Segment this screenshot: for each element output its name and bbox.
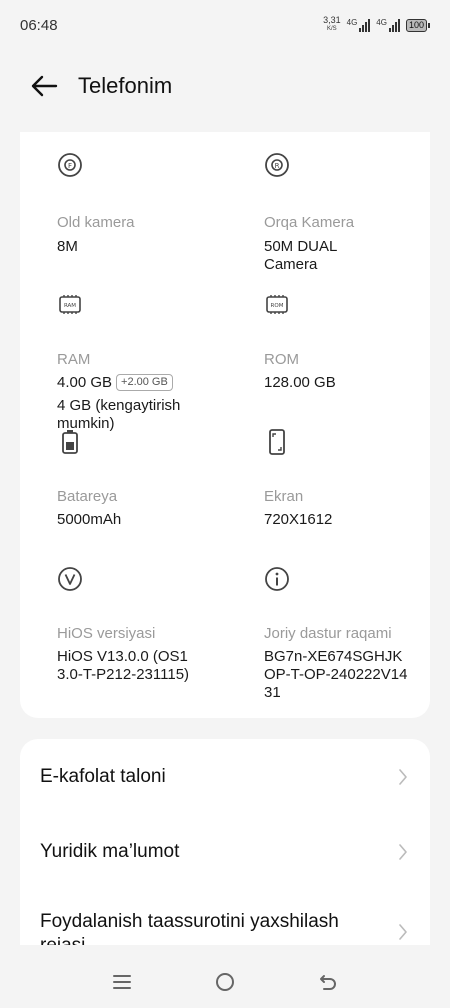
svg-text:F: F xyxy=(68,162,72,170)
spec-value: 50M DUAL Camera xyxy=(264,238,337,273)
ram-extension-badge: +2.00 GB xyxy=(116,374,173,391)
spec-label: RAM xyxy=(57,351,91,368)
nav-back-button[interactable] xyxy=(308,962,348,1002)
link-label: E-kafolat taloni xyxy=(40,766,166,787)
spec-value: HiOS V13.0.0 (OS13.0-T-P212-231115) xyxy=(57,648,190,683)
status-time: 06:48 xyxy=(20,16,58,34)
screen-icon xyxy=(269,429,285,455)
svg-text:RAM: RAM xyxy=(64,303,76,309)
spec-label: HiOS versiyasi xyxy=(57,625,156,642)
spec-value: BG7n-XE674SGHJKOP-T-OP-240222V1431 xyxy=(264,648,408,701)
speed-value: 3,31 xyxy=(323,15,341,25)
status-bar: 06:48 3,31 K/S 4G 4G 100 xyxy=(0,0,450,50)
back-button[interactable] xyxy=(22,64,66,108)
spec-label: Ekran xyxy=(264,488,304,505)
hios-version-icon xyxy=(58,567,82,591)
system-nav-bar xyxy=(0,955,450,1008)
network-speed: 3,31 K/S xyxy=(323,16,341,34)
menu-icon xyxy=(112,974,131,989)
chevron-right-icon xyxy=(399,844,407,860)
rear-camera-icon: R xyxy=(265,153,289,177)
svg-text:ROM: ROM xyxy=(271,303,284,309)
back-icon xyxy=(320,974,337,990)
rom-chip-icon: ROM xyxy=(266,295,288,314)
network-type-1: 4G xyxy=(346,18,358,27)
arrow-left-icon xyxy=(31,75,58,97)
svg-text:R: R xyxy=(275,162,280,170)
spec-label: Batareya xyxy=(57,488,118,505)
speed-unit: K/S xyxy=(327,26,337,32)
spec-value: 128.00 GB xyxy=(264,374,336,391)
spec-value: 4.00 GB xyxy=(57,374,113,391)
page-title: Telefonim xyxy=(78,73,173,98)
spec-value-line: 4.00 GB +2.00 GB xyxy=(57,374,237,392)
spec-ram: RAM RAM 4.00 GB +2.00 GB 4 GB (kengaytiri… xyxy=(57,292,227,432)
links-card: E-kafolat taloni Yuridik ma’lumot Foydal… xyxy=(20,739,430,945)
device-specs-card: F Old kamera 8M R Orqa Kamera 50M DUAL C… xyxy=(20,132,430,718)
spec-label: ROM xyxy=(264,351,299,368)
ram-chip-icon: RAM xyxy=(59,295,81,314)
spec-value: 5000mAh xyxy=(57,511,122,528)
battery-level: 100 xyxy=(405,18,427,32)
network-type-2: 4G xyxy=(376,18,387,27)
info-icon xyxy=(265,567,289,591)
spec-battery: Batareya 5000mAh xyxy=(57,429,227,528)
spec-note: 4 GB (kengaytirish mumkin) xyxy=(57,397,181,432)
link-legal-info[interactable]: Yuridik ma’lumot xyxy=(20,840,430,900)
spec-label: Joriy dastur raqami xyxy=(264,625,392,642)
link-e-warranty[interactable]: E-kafolat taloni xyxy=(20,765,430,825)
app-bar: Telefonim xyxy=(0,60,450,112)
link-experience-program[interactable]: Foydalanish taassurotini yaxshilash reja… xyxy=(20,910,430,945)
spec-label: Orqa Kamera xyxy=(264,214,355,231)
status-icons: 3,31 K/S 4G 4G 100 xyxy=(323,16,430,34)
chevron-right-icon xyxy=(399,924,407,940)
spec-rear-camera: R Orqa Kamera 50M DUAL Camera xyxy=(264,152,434,273)
battery-icon xyxy=(62,430,78,454)
spec-label: Old kamera xyxy=(57,214,135,231)
spec-rom: ROM ROM 128.00 GB xyxy=(264,292,434,391)
spec-hios-version: HiOS versiyasi HiOS V13.0.0 (OS13.0-T-P2… xyxy=(57,566,227,683)
signal-icon-1: 4G xyxy=(347,18,371,32)
link-label: Yuridik ma’lumot xyxy=(40,841,180,862)
recents-button[interactable] xyxy=(102,962,142,1002)
chevron-right-icon xyxy=(399,769,407,785)
spec-value: 720X1612 xyxy=(264,511,333,528)
spec-screen: Ekran 720X1612 xyxy=(264,429,434,528)
front-camera-icon: F xyxy=(58,153,82,177)
home-icon xyxy=(215,972,234,991)
battery-icon: 100 xyxy=(405,18,430,32)
spec-front-camera: F Old kamera 8M xyxy=(57,152,227,255)
signal-icon-2: 4G xyxy=(376,18,400,32)
link-label: Foydalanish taassurotini yaxshilash reja… xyxy=(40,911,339,945)
home-button[interactable] xyxy=(205,962,245,1002)
spec-value: 8M xyxy=(57,238,78,255)
spec-build-number: Joriy dastur raqami BG7n-XE674SGHJKOP-T-… xyxy=(264,566,434,701)
